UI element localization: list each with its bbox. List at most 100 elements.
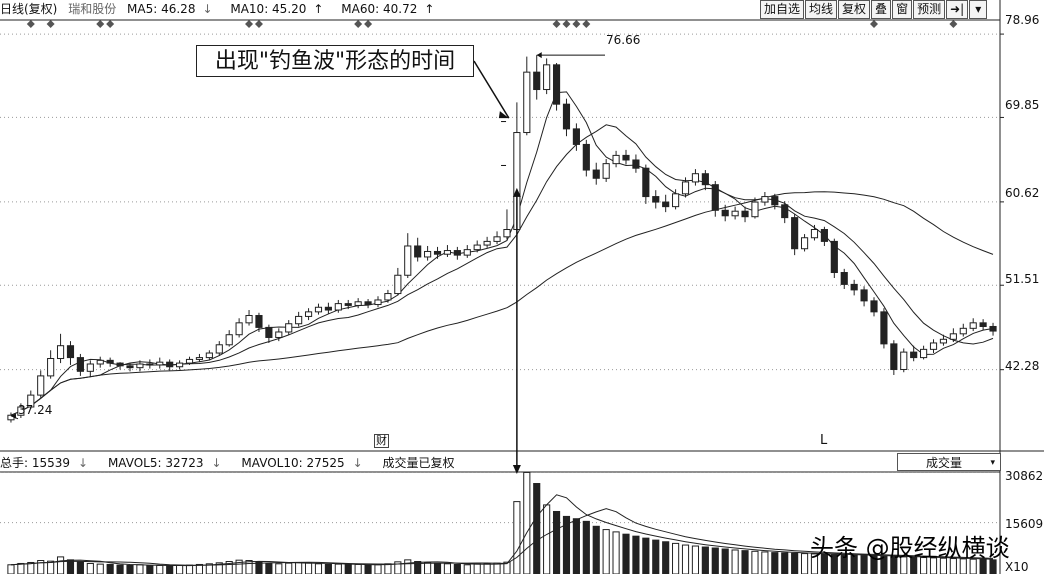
signal-diamond-icon [245, 20, 254, 28]
volume-indicator-select[interactable]: 成交量 ▾ [897, 453, 1001, 471]
overlay-button[interactable]: 叠 [871, 0, 892, 19]
jump-end-icon[interactable]: ➜| [946, 0, 969, 19]
candle-body [205, 352, 213, 359]
candle-body [235, 322, 243, 336]
fishing-wave-annotation: 出现"钓鱼波"形态的时间 [196, 45, 474, 77]
signal-diamond-icon [870, 20, 878, 28]
chart-toolbar: 加自选 均线 复权 叠 窗 预测 ➜| ▾ [760, 0, 988, 20]
signal-diamond-icon [354, 20, 363, 28]
volume-bar [265, 562, 273, 574]
volume-bar [642, 537, 650, 574]
candle-body [37, 375, 45, 396]
ma60-readout: MA60: 40.72 ↑ [341, 2, 435, 16]
volume-bar [721, 548, 729, 574]
volume-bar [255, 561, 263, 574]
candle-body [285, 323, 293, 333]
candle-body [572, 128, 580, 145]
volume-bar [384, 563, 392, 574]
volume-bar [86, 562, 94, 574]
mavol5-readout: MAVOL5: 32723 ↓ [107, 456, 222, 470]
volume-adjusted-note: 成交量已复权 [382, 456, 455, 470]
candle-body [880, 311, 888, 345]
volume-bar [245, 560, 253, 574]
moving-average-button[interactable]: 均线 [805, 0, 838, 19]
volume-bar [731, 549, 739, 574]
candle-body [731, 210, 739, 217]
candle-body [424, 250, 432, 258]
candle-body [215, 344, 223, 354]
volume-bar [374, 564, 382, 574]
window-button[interactable]: 窗 [892, 0, 913, 19]
volume-bar [136, 564, 144, 574]
candle-body [939, 338, 948, 344]
volume-tick: 30862 [1005, 469, 1044, 483]
candle-body [840, 272, 848, 285]
price-tick: 60.62 [1005, 186, 1040, 200]
signal-diamond-icon [364, 20, 373, 28]
volume-bar [295, 561, 303, 574]
candle-body [791, 217, 799, 250]
candle-body [493, 236, 501, 242]
financial-report-marker: 财 [374, 434, 389, 448]
volume-bar [195, 563, 204, 574]
candle-body [265, 326, 273, 338]
candle-body [632, 159, 640, 169]
volume-bar [672, 542, 680, 574]
arrow-down-icon [512, 465, 521, 474]
l-marker: L [820, 433, 828, 448]
candle-body [255, 315, 263, 328]
volume-bar [47, 560, 55, 574]
candle-body [394, 274, 402, 295]
volume-bar [513, 501, 521, 574]
candle-body [552, 64, 561, 105]
candle-body [453, 250, 461, 256]
stock-chart-window: 日线(复权) 瑞和股份 MA5: 46.28 ↓ MA10: 45.20 ↑ MA6… [0, 0, 1044, 574]
add-watchlist-button[interactable]: 加自选 [760, 0, 805, 19]
candle-body [582, 143, 590, 171]
candle-body [414, 245, 422, 258]
candle-body [543, 64, 551, 91]
candle-body [711, 184, 719, 211]
candle-body [176, 362, 184, 368]
candle-body [225, 334, 233, 346]
candle-body [56, 345, 65, 360]
candle-body [295, 315, 303, 325]
candle-body [761, 196, 769, 203]
volume-bar [602, 529, 610, 574]
ma60-line [10, 191, 994, 416]
volume-bar [176, 564, 184, 574]
candle-body [533, 71, 541, 91]
toolbar-menu-chevron-icon[interactable]: ▾ [969, 0, 988, 19]
volume-bar [314, 563, 323, 574]
signal-diamond-icon [562, 20, 571, 28]
candle-body [334, 303, 342, 311]
forecast-button[interactable]: 预测 [913, 0, 946, 19]
candle-body [860, 289, 868, 302]
volume-bar [324, 563, 332, 574]
volume-bar [126, 564, 134, 574]
volume-bar [106, 563, 114, 574]
volume-bar [285, 562, 293, 574]
volume-bar [463, 564, 471, 574]
candle-body [612, 154, 620, 165]
volume-bar [572, 518, 580, 574]
candle-body [890, 343, 898, 370]
candle-body [800, 237, 809, 250]
signal-diamond-icon [949, 20, 958, 28]
volume-bar [116, 564, 124, 574]
volume-bar [275, 563, 283, 574]
candle-body [404, 245, 412, 276]
candle-body [672, 193, 680, 208]
volume-bar [781, 552, 789, 574]
candle-body [900, 351, 908, 370]
volume-bar [592, 525, 600, 574]
volume-bar [761, 551, 769, 574]
signal-diamond-icon [46, 20, 55, 28]
signal-diamond-icon [96, 20, 105, 28]
volume-bar [652, 539, 660, 574]
watermark: 头条 @股经纵横谈 [810, 534, 1010, 562]
candle-body [642, 167, 650, 198]
candle-body [691, 173, 700, 183]
adjust-price-button[interactable]: 复权 [838, 0, 871, 19]
candle-body [830, 240, 838, 274]
